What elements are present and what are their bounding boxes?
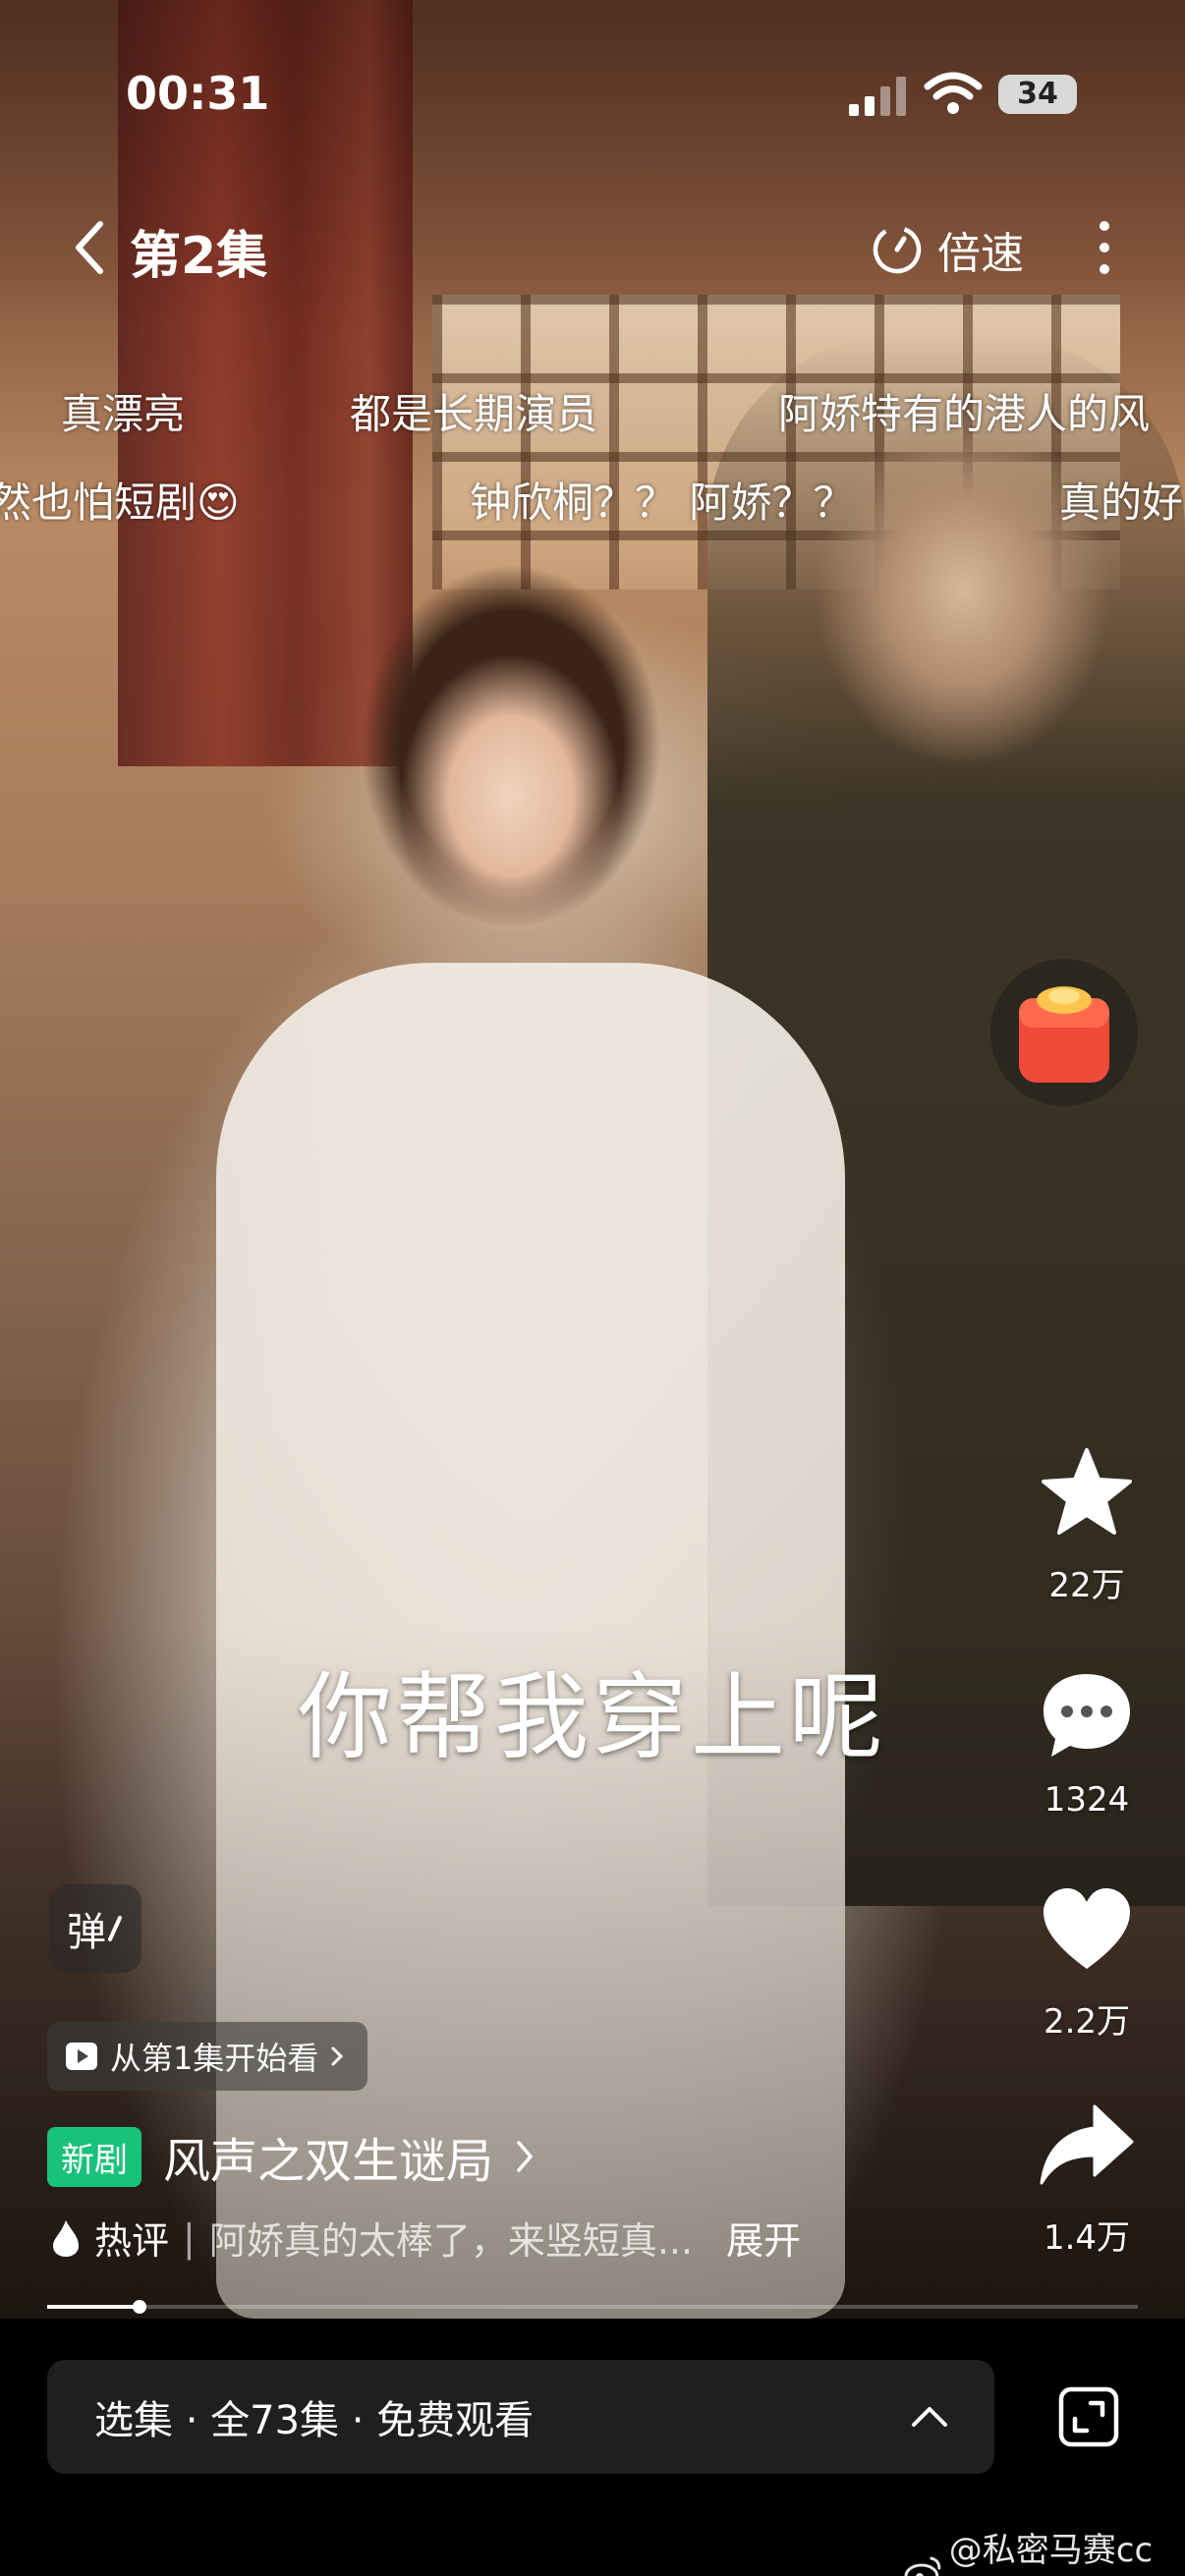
watermark-text: @私密马赛cc酱 (948, 2531, 1154, 2570)
watch-from-first-button[interactable]: 从第1集开始看 (47, 2022, 368, 2091)
danmaku-comment: 真的好 (1059, 478, 1184, 527)
more-options-icon[interactable] (1093, 218, 1116, 277)
like-button[interactable]: 2.2万 (1028, 1880, 1146, 2043)
cellular-signal-icon (849, 77, 906, 116)
fullscreen-icon[interactable] (1057, 2385, 1120, 2448)
share-button[interactable]: 1.4万 (1028, 2097, 1146, 2259)
danmaku-comment: 钟欣桐？？ 阿娇？？ (470, 478, 855, 527)
chevron-right-icon (331, 2046, 344, 2066)
danmaku-toggle-label: 弹 (67, 1910, 106, 1955)
share-count: 1.4万 (1043, 2218, 1131, 2258)
new-drama-badge: 新剧 (47, 2126, 141, 2187)
comment-bubble-icon (1044, 1674, 1130, 1757)
episode-selector-bar[interactable]: 选集 · 全73集 · 免费观看 (47, 2360, 994, 2474)
star-icon (1042, 1448, 1132, 1535)
status-time: 00:31 (126, 67, 270, 120)
playback-progress-fill (47, 2305, 141, 2309)
danmaku-comment: 真漂亮 (61, 390, 186, 438)
like-count: 2.2万 (1043, 2002, 1131, 2042)
chevron-right-icon (517, 2141, 534, 2172)
slash-icon (108, 1916, 122, 1941)
battery-indicator: 34 (998, 75, 1077, 114)
hot-comment-text: 阿娇真的太棒了，来竖短真... (208, 2219, 694, 2263)
playback-progress-bar[interactable] (47, 2300, 1138, 2314)
episode-selector-label: 选集 · 全73集 · 免费观看 (94, 2398, 535, 2443)
hot-comment-divider: | (183, 2215, 196, 2260)
weibo-watermark: @私密马赛cc酱 (904, 2523, 1185, 2576)
share-arrow-icon (1040, 2104, 1134, 2185)
danmaku-toggle-button[interactable]: 弹 (49, 1884, 141, 1973)
red-envelope-chest-icon (1019, 986, 1109, 1083)
wifi-icon (924, 72, 983, 114)
heart-icon (1044, 1888, 1130, 1969)
drama-title: 风声之双生谜局 (163, 2134, 494, 2189)
expand-button[interactable]: 展开 (726, 2211, 801, 2265)
video-player-screen: 00:31 34 第2集 倍速 真漂亮 都是长期演员 阿娇特有的港人的风 然也怕… (0, 0, 1185, 2576)
play-box-icon (66, 2043, 97, 2070)
chevron-up-icon (912, 2407, 947, 2427)
video-subtitle: 你帮我穿上呢 (298, 1662, 887, 1772)
watch-from-first-label: 从第1集开始看 (110, 2040, 319, 2077)
episode-title[interactable]: 第2集 (130, 214, 267, 288)
danmaku-comment: 然也怕短剧😍 (0, 478, 240, 527)
favorite-button[interactable]: 22万 (1028, 1444, 1146, 1606)
video-vignette (0, 0, 1185, 2319)
comment-button[interactable]: 1324 (1028, 1666, 1146, 1820)
speed-dial-icon (873, 225, 922, 274)
flame-icon (53, 2219, 79, 2257)
comment-count: 1324 (1044, 1780, 1130, 1820)
danmaku-comment: 都是长期演员 (350, 390, 598, 438)
treasure-chest-button[interactable] (990, 959, 1138, 1106)
playback-speed-label: 倍速 (937, 229, 1024, 279)
weibo-logo-icon (904, 2556, 941, 2576)
back-chevron-icon[interactable] (71, 218, 106, 277)
drama-title-link[interactable]: 新剧 风声之双生谜局 (47, 2122, 535, 2191)
danmaku-comment: 阿娇特有的港人的风 (778, 390, 1151, 438)
favorite-count: 22万 (1048, 1566, 1125, 1605)
hot-comment-label: 热评 (94, 2219, 170, 2263)
video-frame[interactable] (0, 0, 1185, 2319)
hot-comment-row[interactable]: 热评 | 阿娇真的太棒了，来竖短真... 展开 (51, 2211, 896, 2265)
playback-speed-button[interactable]: 倍速 (871, 218, 1024, 281)
